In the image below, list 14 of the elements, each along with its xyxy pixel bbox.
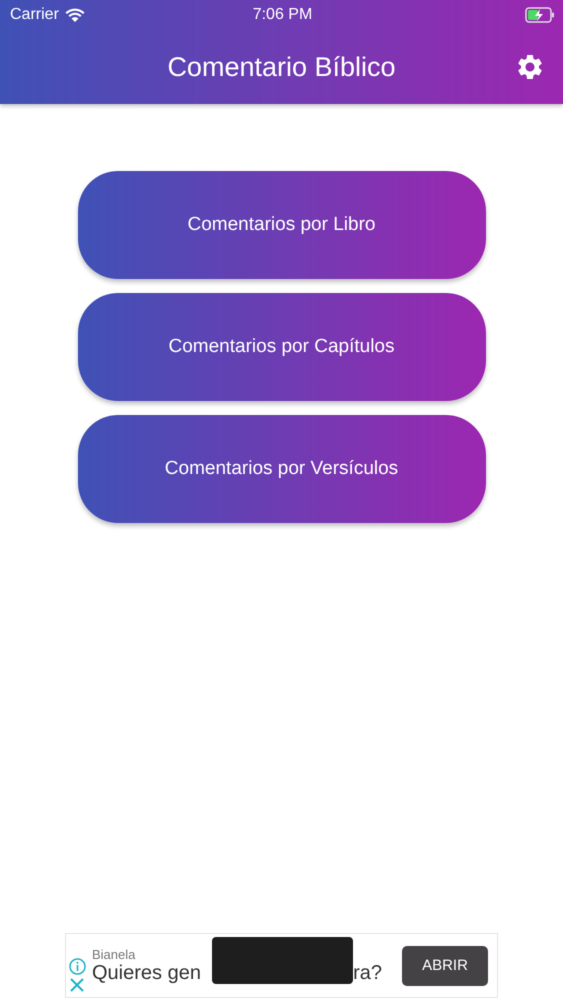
menu-button[interactable]: Comentarios por Libro [78,171,486,279]
menu-button[interactable]: Comentarios por Versículos [78,415,486,523]
ad-headline: ra? [353,962,382,984]
close-icon[interactable] [70,978,84,992]
info-icon[interactable] [68,958,86,974]
carrier-label: Carrier [10,6,59,24]
open-button[interactable]: ABRIR [402,946,488,986]
ad-headline: Quieres gen [92,962,201,984]
battery-charging-icon [525,7,555,23]
wifi-icon [64,8,85,22]
app-title: Comentario Bíblico [167,52,396,82]
menu-button[interactable]: Comentarios por Capítulos [78,293,486,401]
advertiser-name: Bianela [92,946,136,962]
status-time: 7:06 PM [252,6,312,24]
